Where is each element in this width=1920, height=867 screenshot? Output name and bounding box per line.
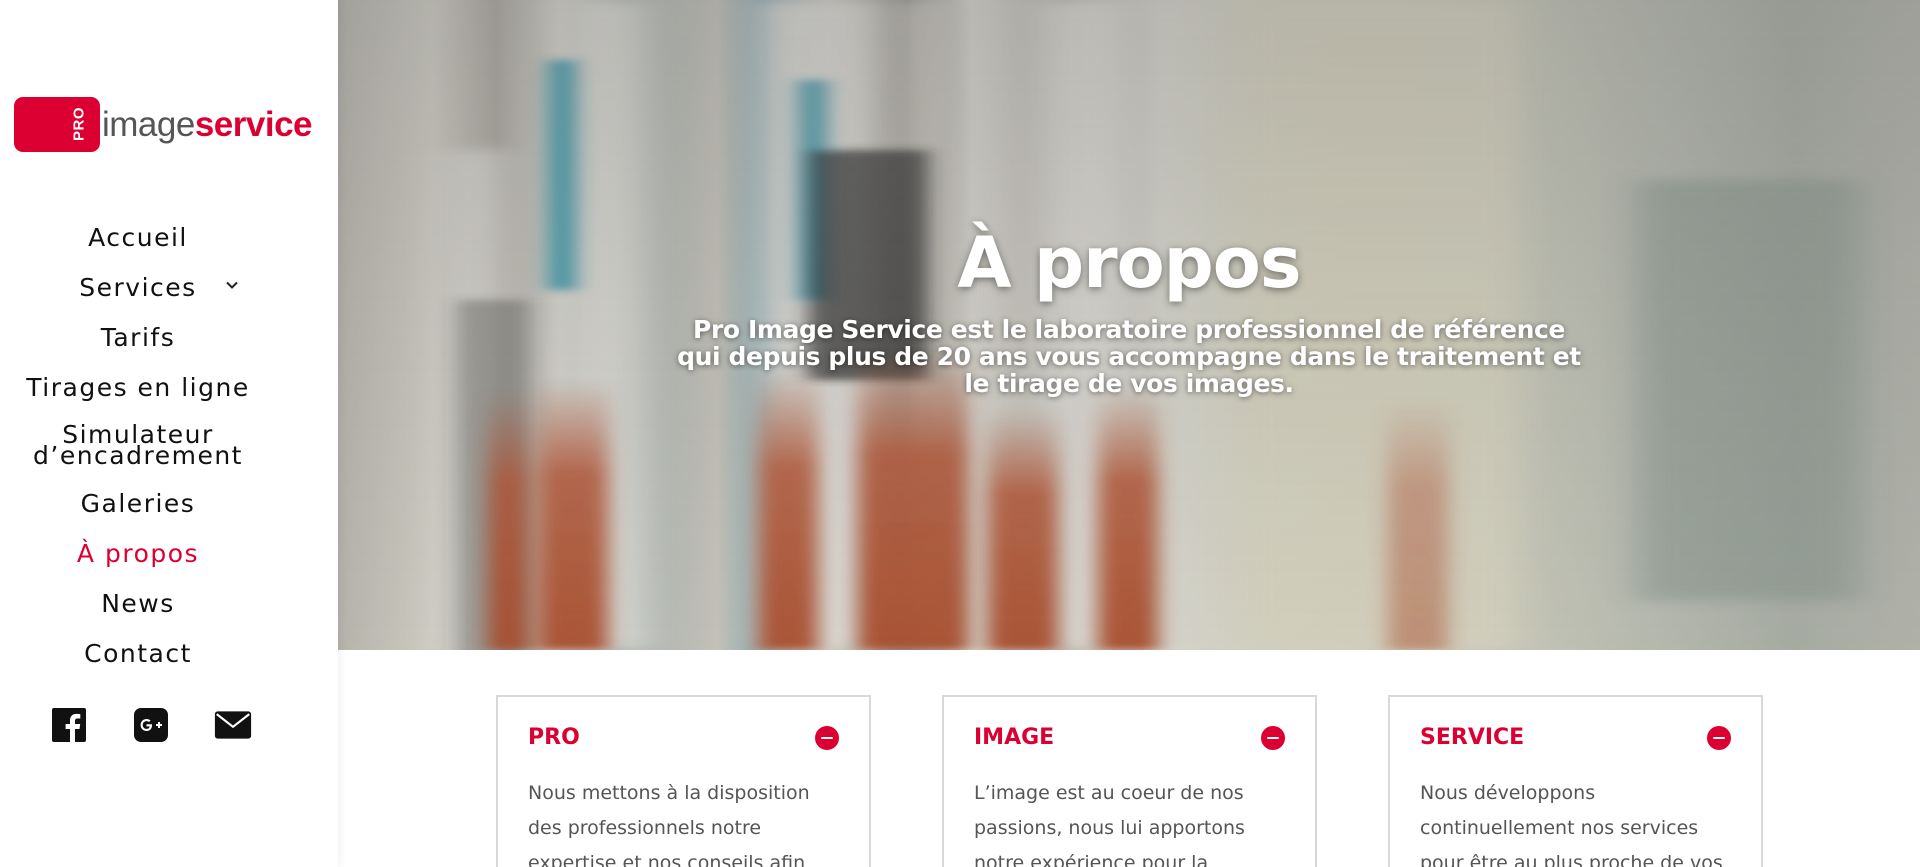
card-body: L’image est au coeur de nos passions, no… bbox=[974, 782, 1245, 867]
nav-item-label: News bbox=[101, 588, 175, 618]
nav-item-services[interactable]: Services bbox=[0, 262, 276, 312]
minus-circle-icon[interactable] bbox=[815, 725, 839, 750]
nav-item-label: Galeries bbox=[80, 488, 196, 518]
logo[interactable]: PRO imageservice bbox=[14, 96, 318, 152]
card-header[interactable]: IMAGE bbox=[974, 725, 1285, 750]
logo-badge: PRO bbox=[14, 96, 100, 152]
google-plus-icon[interactable] bbox=[132, 706, 170, 744]
nav-item-tirages-en-ligne[interactable]: Tirages en ligne bbox=[0, 362, 276, 412]
nav-item-a-propos[interactable]: À propos bbox=[0, 528, 276, 578]
card-header[interactable]: SERVICE bbox=[1420, 725, 1731, 750]
card-title: PRO bbox=[528, 725, 580, 750]
hero-banner: À propos Pro Image Service est le labora… bbox=[338, 0, 1920, 650]
values-cards: PRO Nous mettons à la disposition des pr… bbox=[496, 695, 1763, 867]
facebook-icon[interactable] bbox=[50, 706, 88, 744]
hero-content: À propos Pro Image Service est le labora… bbox=[338, 222, 1920, 397]
nav-item-label: Services bbox=[79, 272, 197, 302]
main-nav: Accueil Services Tarifs Tirages en ligne… bbox=[0, 212, 276, 678]
email-icon[interactable] bbox=[214, 706, 252, 744]
chevron-down-icon[interactable] bbox=[224, 277, 240, 298]
card-pro: PRO Nous mettons à la disposition des pr… bbox=[496, 695, 871, 867]
nav-item-label: À propos bbox=[76, 538, 200, 568]
logo-image-text: image bbox=[102, 104, 195, 144]
nav-item-tarifs[interactable]: Tarifs bbox=[0, 312, 276, 362]
card-body: Nous mettons à la disposition des profes… bbox=[528, 782, 810, 867]
minus-circle-icon[interactable] bbox=[1261, 725, 1285, 750]
card-title: IMAGE bbox=[974, 725, 1055, 750]
nav-item-label: Tarifs bbox=[100, 322, 176, 352]
card-body: Nous développons continuellement nos ser… bbox=[1420, 782, 1723, 867]
nav-item-label: Accueil bbox=[88, 222, 188, 252]
logo-service-text: service bbox=[194, 104, 313, 144]
nav-item-simulateur[interactable]: Simulateur d’encadrement bbox=[0, 412, 276, 478]
card-image: IMAGE L’image est au coeur de nos passio… bbox=[942, 695, 1317, 867]
card-service: SERVICE Nous développons continuellement… bbox=[1388, 695, 1763, 867]
nav-item-label: Contact bbox=[84, 638, 192, 668]
nav-item-news[interactable]: News bbox=[0, 578, 276, 628]
nav-item-contact[interactable]: Contact bbox=[0, 628, 276, 678]
logo-wordmark: imageservice bbox=[102, 104, 313, 144]
card-title: SERVICE bbox=[1420, 725, 1525, 750]
social-links bbox=[50, 706, 252, 744]
nav-item-label-line2: d’encadrement bbox=[33, 441, 243, 470]
page-title: À propos bbox=[957, 222, 1301, 304]
card-header[interactable]: PRO bbox=[528, 725, 839, 750]
minus-circle-icon[interactable] bbox=[1707, 725, 1731, 750]
sidebar: PRO imageservice Accueil Services Tarifs… bbox=[0, 0, 338, 867]
nav-item-accueil[interactable]: Accueil bbox=[0, 212, 276, 262]
hero-subtitle: Pro Image Service est le laboratoire pro… bbox=[677, 315, 1581, 398]
logo-pro-text: PRO bbox=[70, 106, 88, 142]
nav-item-label: Tirages en ligne bbox=[26, 372, 250, 402]
nav-item-galeries[interactable]: Galeries bbox=[0, 478, 276, 528]
